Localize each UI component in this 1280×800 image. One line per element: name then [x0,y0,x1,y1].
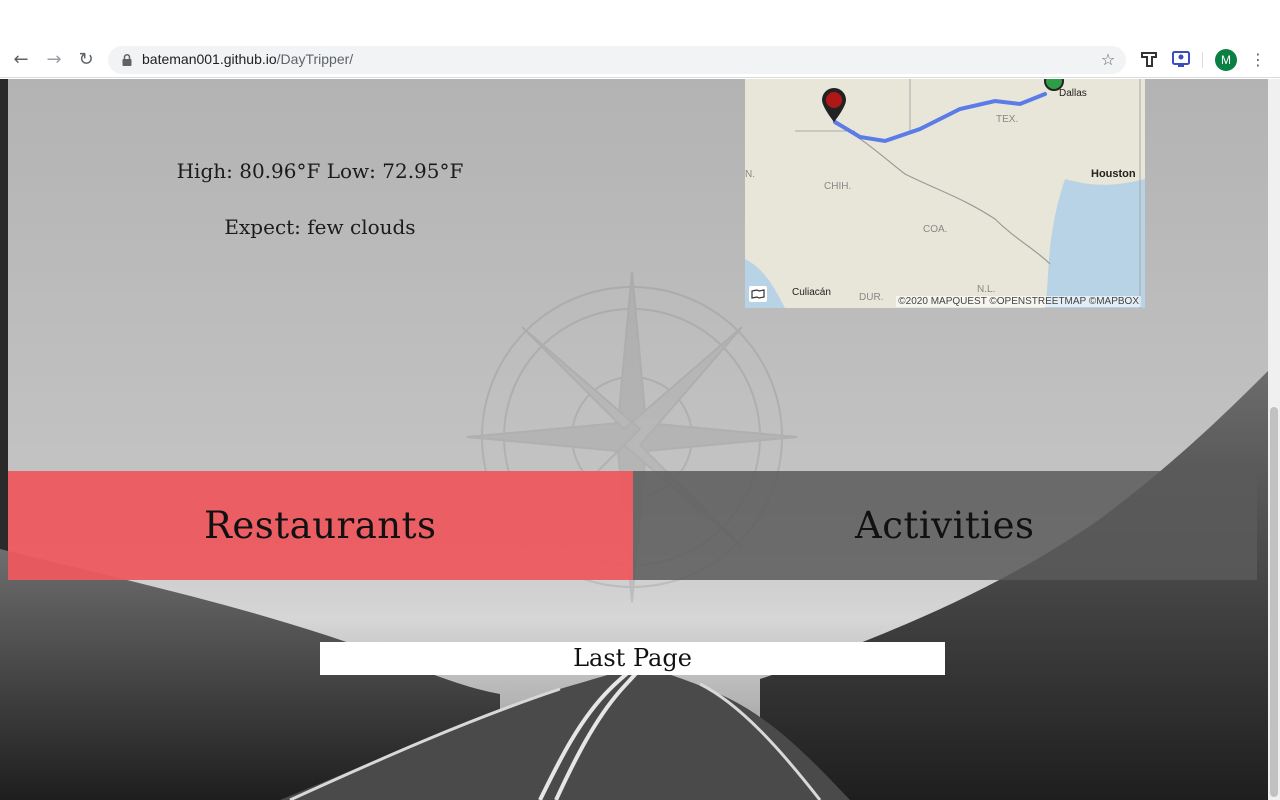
page-viewport: High: 80.96°F Low: 72.95°F Expect: few c… [0,79,1280,800]
back-arrow-icon[interactable]: ← [10,49,32,71]
map-label-chih: CHIH. [824,181,852,192]
url-text: bateman001.github.io/DayTripper/ [142,51,353,67]
map-label-tex: TEX. [996,114,1019,125]
map-tiles [745,79,1145,308]
profile-avatar[interactable]: M [1215,49,1237,71]
map-label-dallas: Dallas [1059,88,1087,99]
menu-kebab-icon[interactable]: ⋮ [1250,49,1266,71]
scrollbar-thumb[interactable] [1270,407,1278,797]
browser-toolbar: ← → ↻ bateman001.github.io/DayTripper/ ☆… [0,40,1280,78]
lock-icon [122,53,132,66]
map-label-houston: Houston [1091,168,1136,180]
map-attribution: ©2020 MAPQUEST ©OPENSTREETMAP ©MAPBOX [896,296,1141,307]
map-label-dur: DUR. [859,292,884,303]
category-buttons: Restaurants Activities [8,471,1257,580]
reload-icon[interactable]: ↻ [75,49,97,71]
activities-button[interactable]: Activities [632,471,1257,580]
map-label-nl: N.L. [977,284,996,295]
temperature-high-low: High: 80.96°F Low: 72.95°F [176,159,464,183]
map-layers-button[interactable] [749,286,767,302]
origin-pin-icon[interactable] [820,87,848,123]
map-layers-icon [751,289,765,299]
weather-forecast: High: 80.96°F Low: 72.95°F Expect: few c… [10,159,630,271]
map-label-coa: COA. [923,224,948,235]
restaurants-button[interactable]: Restaurants [8,471,633,580]
bookmark-star-icon[interactable]: ☆ [1098,50,1118,70]
last-page-button[interactable]: Last Page [320,642,945,675]
address-bar[interactable]: bateman001.github.io/DayTripper/ ☆ [108,46,1126,74]
extension-screen-icon[interactable] [1170,48,1192,70]
url-path: /DayTripper/ [276,51,354,67]
extension-t-icon[interactable] [1138,48,1160,70]
route-map[interactable]: Dallas TEX. Houston N. CHIH. COA. N.L. C… [745,79,1145,308]
forward-arrow-icon[interactable]: → [43,49,65,71]
map-label-culiacan: Culiacán [792,287,831,298]
toolbar-separator [1202,52,1203,68]
weather-expectation: Expect: few clouds [224,215,416,239]
tab-strip [0,0,1280,40]
page-scrollbar[interactable] [1268,79,1280,800]
url-host: bateman001.github.io [142,51,277,67]
map-label-n: N. [745,169,755,180]
